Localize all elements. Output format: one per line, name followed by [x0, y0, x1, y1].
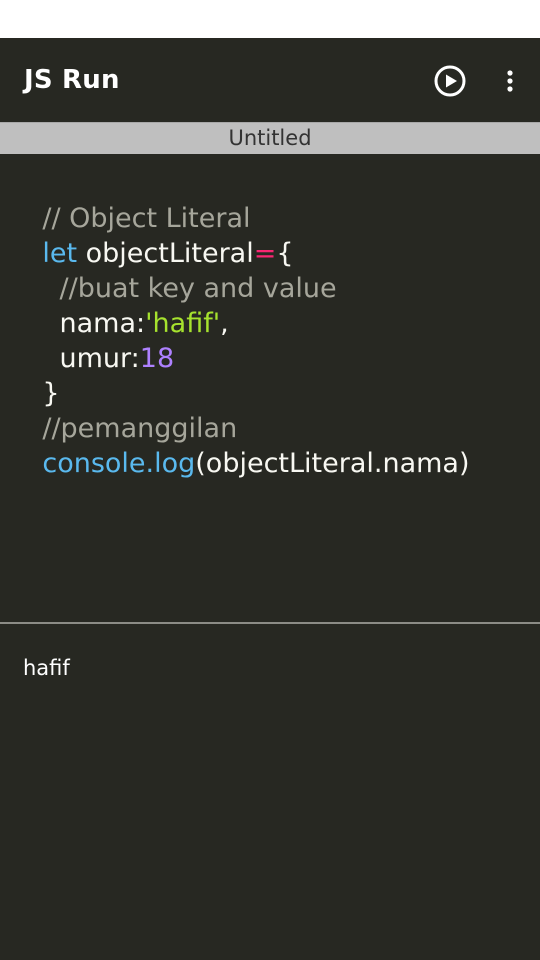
code-token: 'hafif' [145, 308, 221, 339]
code-token: //buat key and value [42, 273, 337, 304]
code-token: 18 [139, 343, 175, 374]
console-output: hafif [23, 656, 70, 680]
code-token: //pemanggilan [42, 413, 238, 444]
code-token: umur: [42, 343, 140, 374]
app-bar: JS Run [0, 38, 540, 122]
code-token: (objectLiteral.nama) [195, 448, 470, 479]
more-options-button[interactable] [492, 61, 528, 101]
console-panel: hafif [0, 624, 540, 960]
more-vert-icon [507, 70, 513, 92]
code-line: // Object Literal [8, 166, 540, 234]
code-token: nama: [42, 308, 146, 339]
code-token: console.log [42, 448, 196, 479]
app-title: JS Run [24, 65, 120, 95]
status-bar [0, 0, 540, 38]
file-name: Untitled [228, 126, 312, 150]
code-editor[interactable]: // Object Literal let objectLiteral={ //… [0, 154, 540, 622]
code-token: , [220, 308, 229, 339]
code-token: { [276, 238, 294, 269]
file-name-bar: Untitled [0, 122, 540, 154]
play-circle-icon [434, 65, 466, 97]
run-button[interactable] [430, 61, 470, 101]
code-token: } [42, 378, 60, 409]
code-token: = [253, 238, 277, 269]
code-line: //pemanggilan [8, 376, 540, 444]
code-token: objectLiteral [77, 238, 254, 269]
code-token: // Object Literal [42, 203, 251, 234]
code-token: let [42, 238, 78, 269]
